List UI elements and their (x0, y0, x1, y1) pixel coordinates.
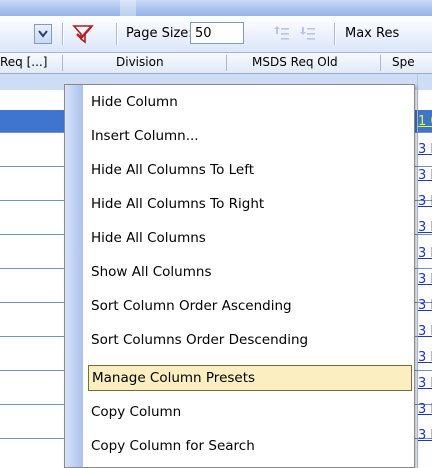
row-link[interactable]: 3 N (418, 218, 432, 238)
grid-header: Req [...] Division MSDS Req Old Spe (0, 53, 432, 74)
menu-item-hide-column[interactable]: Hide Column (91, 89, 410, 115)
menu-item-sort-columns-order-descending[interactable]: Sort Columns Order Descending (91, 327, 410, 353)
filter-check-icon[interactable] (72, 23, 94, 45)
menu-item-hide-all-columns-to-left[interactable]: Hide All Columns To Left (91, 157, 410, 183)
menu-icon-gutter (65, 85, 83, 467)
column-context-menu: Hide Column Insert Column... Hide All Co… (64, 84, 415, 468)
page-size-input[interactable] (190, 22, 244, 44)
chevron-down-icon (38, 30, 48, 38)
toolbar-separator (62, 23, 63, 45)
menu-item-copy-column[interactable]: Copy Column (91, 399, 410, 425)
move-down-icon[interactable] (298, 25, 316, 43)
title-bar (0, 0, 432, 16)
column-header-req[interactable]: Req [...] (0, 53, 58, 73)
column-separator (62, 55, 63, 71)
row-link[interactable]: 3 N (418, 296, 432, 316)
row-link[interactable]: 3 N (418, 348, 432, 368)
app-window: Page Size: Max Res Req [...] Division MS… (0, 0, 432, 468)
row-link[interactable]: 3 N (418, 426, 432, 446)
row-link[interactable]: 3 N (418, 166, 432, 186)
max-results-label: Max Res (345, 26, 400, 41)
menu-item-show-all-columns[interactable]: Show All Columns (91, 259, 410, 285)
column-header-spe[interactable]: Spe (392, 53, 432, 73)
column-header-msds-req-old[interactable]: MSDS Req Old (252, 53, 362, 73)
row-link[interactable]: 3 N (418, 244, 432, 264)
column-separator (226, 55, 227, 71)
title-bar-highlight (120, 0, 136, 16)
toolbar-separator (116, 23, 117, 45)
toolbar-separator (334, 23, 335, 45)
column-header-division[interactable]: Division (116, 53, 196, 73)
menu-item-hide-all-columns-to-right[interactable]: Hide All Columns To Right (91, 191, 410, 217)
row-link[interactable]: 3 N (418, 374, 432, 394)
row-link[interactable]: 3 N (418, 192, 432, 212)
row-link[interactable]: 3 N (418, 140, 432, 160)
row-link[interactable]: 1 0 (418, 112, 432, 132)
menu-item-manage-column-presets[interactable]: Manage Column Presets (88, 365, 412, 391)
row-link[interactable]: 3 N (418, 270, 432, 290)
menu-item-hide-all-columns[interactable]: Hide All Columns (91, 225, 410, 251)
column-separator (380, 55, 381, 71)
row-link[interactable]: 3 N (418, 400, 432, 420)
row-link[interactable]: 3 N (418, 322, 432, 342)
menu-item-copy-column-for-search[interactable]: Copy Column for Search (91, 433, 410, 459)
menu-item-sort-column-order-ascending[interactable]: Sort Column Order Ascending (91, 293, 410, 319)
menu-item-insert-column[interactable]: Insert Column... (91, 123, 410, 149)
page-size-label: Page Size: (126, 26, 193, 41)
dropdown-button[interactable] (34, 24, 52, 44)
toolbar: Page Size: Max Res (0, 16, 432, 53)
move-up-icon[interactable] (272, 25, 290, 43)
